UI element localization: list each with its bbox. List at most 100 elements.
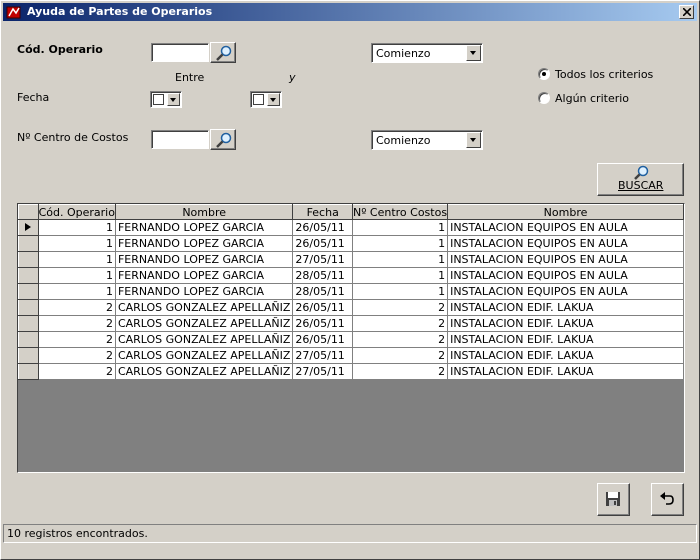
table-row[interactable]: 1 FERNANDO LOPEZ GARCIA 28/05/11 1 INSTA… — [18, 267, 684, 284]
table-row[interactable]: 1 FERNANDO LOPEZ GARCIA 26/05/11 1 INSTA… — [18, 235, 684, 252]
cell-cod-operario[interactable]: 1 — [38, 283, 116, 300]
cell-cod-operario[interactable]: 1 — [38, 267, 116, 284]
cell-fecha[interactable]: 28/05/11 — [292, 267, 353, 284]
column-header-nombre-operario[interactable]: Nombre — [114, 204, 294, 220]
table-row[interactable]: 2 CARLOS GONZALEZ APELLAÑIZ 27/05/11 2 I… — [18, 363, 684, 380]
row-selector[interactable] — [18, 363, 39, 380]
table-row[interactable]: 1 FERNANDO LOPEZ GARCIA 26/05/11 1 INSTA… — [18, 219, 684, 236]
fecha-desde-dropdown-button[interactable] — [167, 93, 180, 106]
fecha-hasta-checkbox[interactable] — [253, 94, 264, 105]
row-selector[interactable] — [18, 267, 39, 284]
cell-centro[interactable]: 1 — [352, 267, 449, 284]
cell-cod-operario[interactable]: 1 — [38, 235, 116, 252]
cell-cod-operario[interactable]: 2 — [38, 315, 116, 332]
row-selector[interactable] — [18, 283, 39, 300]
criteria-any-radio[interactable] — [538, 92, 550, 104]
cell-centro[interactable]: 2 — [352, 363, 449, 380]
operario-match-select[interactable]: Comienzo — [371, 43, 483, 63]
fecha-desde-checkbox[interactable] — [153, 94, 164, 105]
cell-cod-operario[interactable]: 1 — [38, 251, 116, 268]
centro-search-button[interactable] — [210, 129, 236, 150]
cell-fecha[interactable]: 26/05/11 — [292, 219, 353, 236]
cell-fecha[interactable]: 26/05/11 — [292, 235, 353, 252]
table-row[interactable]: 2 CARLOS GONZALEZ APELLAÑIZ 26/05/11 2 I… — [18, 331, 684, 348]
column-header-centro-costos[interactable]: Nº Centro Costos — [351, 204, 449, 220]
cell-cod-operario[interactable]: 1 — [38, 219, 116, 236]
centro-input[interactable] — [151, 130, 209, 149]
cell-cod-operario[interactable]: 2 — [38, 363, 116, 380]
close-button[interactable] — [679, 5, 694, 19]
cell-nombre-centro[interactable]: INSTALACION EDIF. LAKUA — [447, 315, 684, 332]
cell-centro[interactable]: 1 — [352, 283, 449, 300]
column-header-cod-operario[interactable]: Cód. Operario — [37, 204, 116, 220]
fecha-desde-picker[interactable] — [150, 91, 182, 108]
operario-search-button[interactable] — [210, 42, 236, 63]
cell-centro[interactable]: 1 — [352, 251, 449, 268]
cell-fecha[interactable]: 27/05/11 — [292, 347, 353, 364]
cell-centro[interactable]: 2 — [352, 299, 449, 316]
cell-nombre[interactable]: FERNANDO LOPEZ GARCIA — [115, 219, 294, 236]
cell-nombre-centro[interactable]: INSTALACION EDIF. LAKUA — [447, 331, 684, 348]
cell-nombre[interactable]: FERNANDO LOPEZ GARCIA — [115, 251, 294, 268]
table-row[interactable]: 2 CARLOS GONZALEZ APELLAÑIZ 26/05/11 2 I… — [18, 315, 684, 332]
row-selector[interactable] — [18, 331, 39, 348]
row-selector[interactable] — [18, 315, 39, 332]
cell-cod-operario[interactable]: 2 — [38, 299, 116, 316]
cell-cod-operario[interactable]: 2 — [38, 331, 116, 348]
row-selector[interactable] — [18, 299, 39, 316]
criteria-all-label[interactable]: Todos los criterios — [555, 68, 653, 81]
criteria-all-radio[interactable] — [538, 68, 550, 80]
cell-nombre-centro[interactable]: INSTALACION EQUIPOS EN AULA — [447, 235, 684, 252]
row-selector-header[interactable] — [18, 204, 39, 220]
cell-cod-operario[interactable]: 2 — [38, 347, 116, 364]
cell-nombre[interactable]: CARLOS GONZALEZ APELLAÑIZ — [115, 363, 294, 380]
table-row[interactable]: 2 CARLOS GONZALEZ APELLAÑIZ 27/05/11 2 I… — [18, 347, 684, 364]
cell-nombre[interactable]: CARLOS GONZALEZ APELLAÑIZ — [115, 315, 294, 332]
row-selector[interactable] — [18, 219, 39, 236]
cell-fecha[interactable]: 27/05/11 — [292, 251, 353, 268]
title-bar[interactable]: Ayuda de Partes de Operarios — [3, 3, 697, 21]
cell-nombre-centro[interactable]: INSTALACION EDIF. LAKUA — [447, 299, 684, 316]
fecha-hasta-picker[interactable] — [250, 91, 282, 108]
table-row[interactable]: 2 CARLOS GONZALEZ APELLAÑIZ 26/05/11 2 I… — [18, 299, 684, 316]
cell-centro[interactable]: 1 — [352, 219, 449, 236]
cell-nombre-centro[interactable]: INSTALACION EDIF. LAKUA — [447, 347, 684, 364]
results-grid[interactable]: Cód. Operario Nombre Fecha Nº Centro Cos… — [17, 203, 685, 473]
operario-match-dropdown-button[interactable] — [466, 45, 481, 61]
cell-centro[interactable]: 2 — [352, 315, 449, 332]
centro-match-dropdown-button[interactable] — [466, 132, 481, 148]
row-selector[interactable] — [18, 235, 39, 252]
column-header-nombre-centro[interactable]: Nombre — [447, 204, 684, 220]
cell-centro[interactable]: 1 — [352, 235, 449, 252]
centro-match-select[interactable]: Comienzo — [371, 130, 483, 150]
cell-nombre-centro[interactable]: INSTALACION EQUIPOS EN AULA — [447, 283, 684, 300]
cell-nombre[interactable]: FERNANDO LOPEZ GARCIA — [115, 283, 294, 300]
cell-centro[interactable]: 2 — [352, 347, 449, 364]
cell-fecha[interactable]: 26/05/11 — [292, 331, 353, 348]
operario-input[interactable] — [151, 43, 209, 62]
cell-nombre[interactable]: CARLOS GONZALEZ APELLAÑIZ — [115, 299, 294, 316]
cell-nombre-centro[interactable]: INSTALACION EQUIPOS EN AULA — [447, 219, 684, 236]
undo-button[interactable] — [651, 483, 684, 516]
criteria-any-label[interactable]: Algún criterio — [555, 92, 629, 105]
cell-fecha[interactable]: 26/05/11 — [292, 315, 353, 332]
cell-fecha[interactable]: 28/05/11 — [292, 283, 353, 300]
table-row[interactable]: 1 FERNANDO LOPEZ GARCIA 27/05/11 1 INSTA… — [18, 251, 684, 268]
cell-nombre[interactable]: FERNANDO LOPEZ GARCIA — [115, 267, 294, 284]
cell-fecha[interactable]: 26/05/11 — [292, 299, 353, 316]
search-button[interactable]: BUSCAR — [597, 163, 684, 196]
cell-nombre-centro[interactable]: INSTALACION EDIF. LAKUA — [447, 363, 684, 380]
fecha-hasta-dropdown-button[interactable] — [267, 93, 280, 106]
cell-fecha[interactable]: 27/05/11 — [292, 363, 353, 380]
column-header-fecha[interactable]: Fecha — [292, 204, 353, 220]
row-selector[interactable] — [18, 251, 39, 268]
table-row[interactable]: 1 FERNANDO LOPEZ GARCIA 28/05/11 1 INSTA… — [18, 283, 684, 300]
cell-nombre-centro[interactable]: INSTALACION EQUIPOS EN AULA — [447, 251, 684, 268]
row-selector[interactable] — [18, 347, 39, 364]
cell-nombre-centro[interactable]: INSTALACION EQUIPOS EN AULA — [447, 267, 684, 284]
save-button[interactable] — [597, 483, 630, 516]
cell-centro[interactable]: 2 — [352, 331, 449, 348]
cell-nombre[interactable]: CARLOS GONZALEZ APELLAÑIZ — [115, 347, 294, 364]
cell-nombre[interactable]: FERNANDO LOPEZ GARCIA — [115, 235, 294, 252]
cell-nombre[interactable]: CARLOS GONZALEZ APELLAÑIZ — [115, 331, 294, 348]
